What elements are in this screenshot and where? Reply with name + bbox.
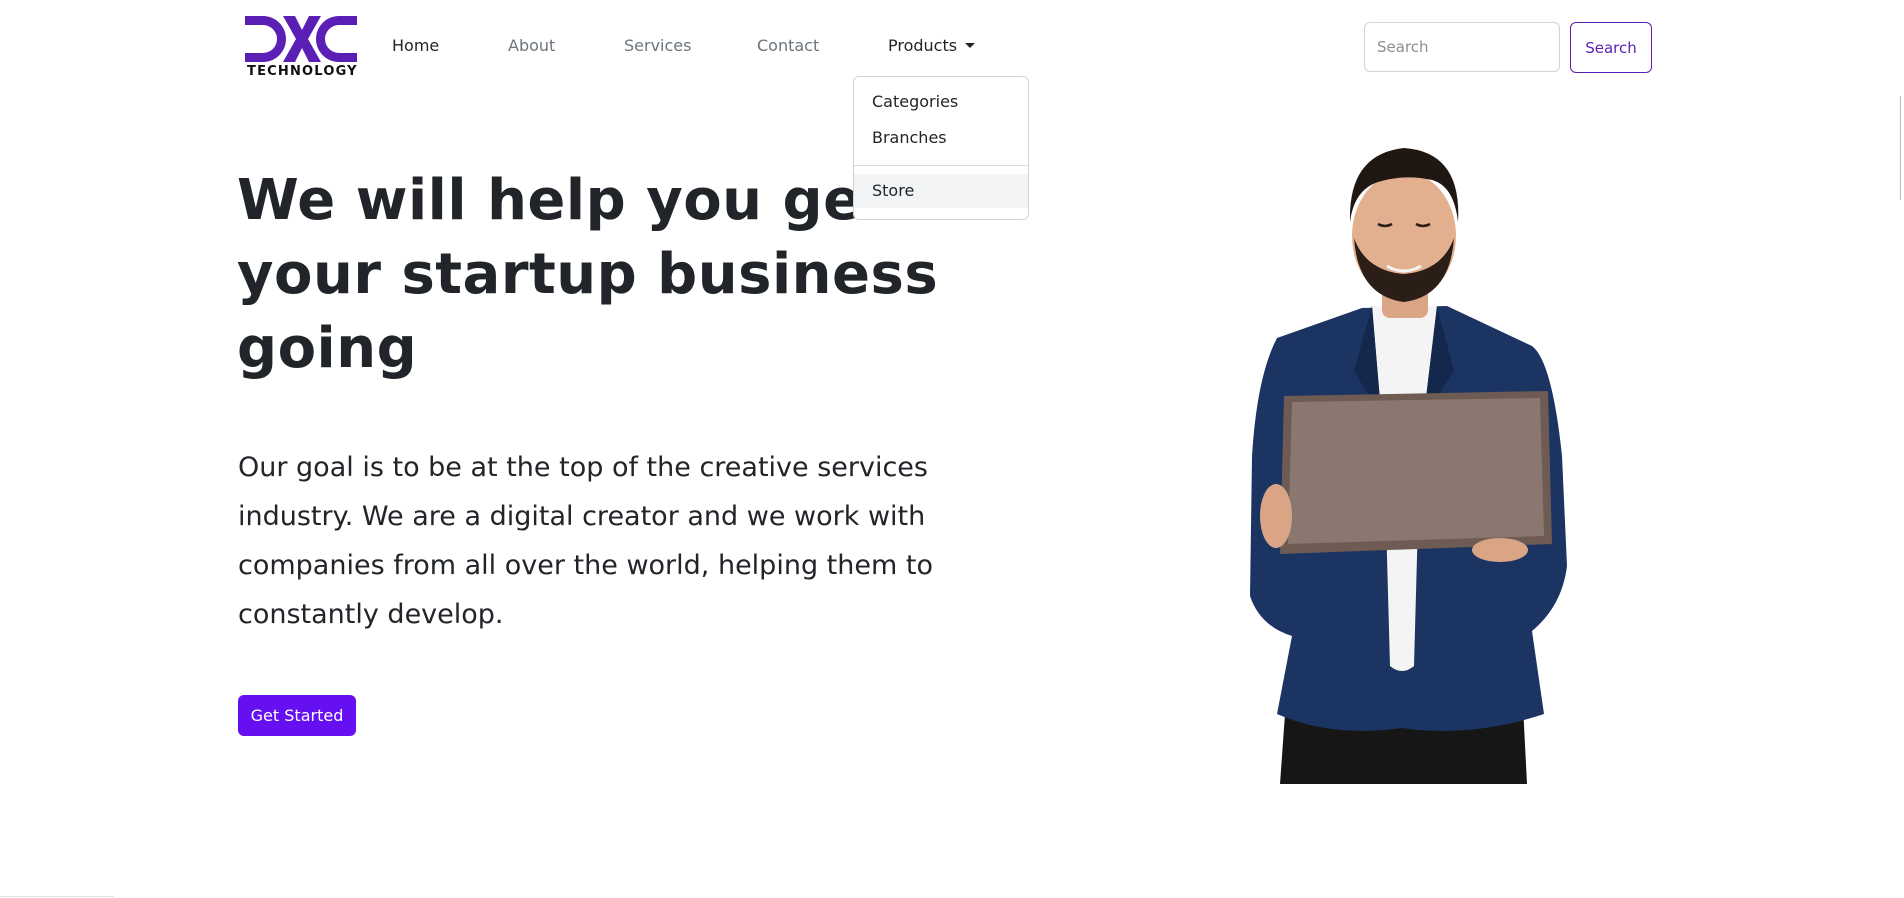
nav-dropdown-products-label: Products: [888, 36, 958, 55]
nav-link-home[interactable]: Home: [392, 36, 439, 55]
scrollbar-indicator[interactable]: [1900, 96, 1901, 200]
nav-link-services[interactable]: Services: [624, 36, 691, 55]
nav-dropdown-products[interactable]: Products: [888, 36, 976, 55]
dropdown-item-store[interactable]: Store: [854, 174, 1028, 208]
nav-link-about[interactable]: About: [508, 36, 555, 55]
page-edge-line: [0, 896, 114, 897]
search-button[interactable]: Search: [1570, 22, 1652, 73]
hero-title: We will help you get your startup busine…: [237, 168, 939, 381]
dropdown-divider: [854, 165, 1028, 166]
caret-down-icon: [965, 43, 976, 48]
nav-link-contact[interactable]: Contact: [757, 36, 819, 55]
dropdown-item-categories[interactable]: Categories: [854, 85, 1028, 119]
dxc-logo-mark: [245, 16, 357, 62]
dropdown-item-branches[interactable]: Branches: [854, 121, 1028, 155]
search-input[interactable]: [1364, 22, 1560, 72]
brand-logo[interactable]: TECHNOLOGY: [245, 16, 359, 80]
hero-image-man-with-laptop: [1250, 148, 1567, 784]
get-started-button[interactable]: Get Started: [238, 695, 356, 736]
hero-description: Our goal is to be at the top of the crea…: [238, 452, 933, 630]
brand-tagline: TECHNOLOGY: [247, 64, 358, 79]
products-dropdown-menu: Categories Branches Store: [853, 76, 1029, 220]
